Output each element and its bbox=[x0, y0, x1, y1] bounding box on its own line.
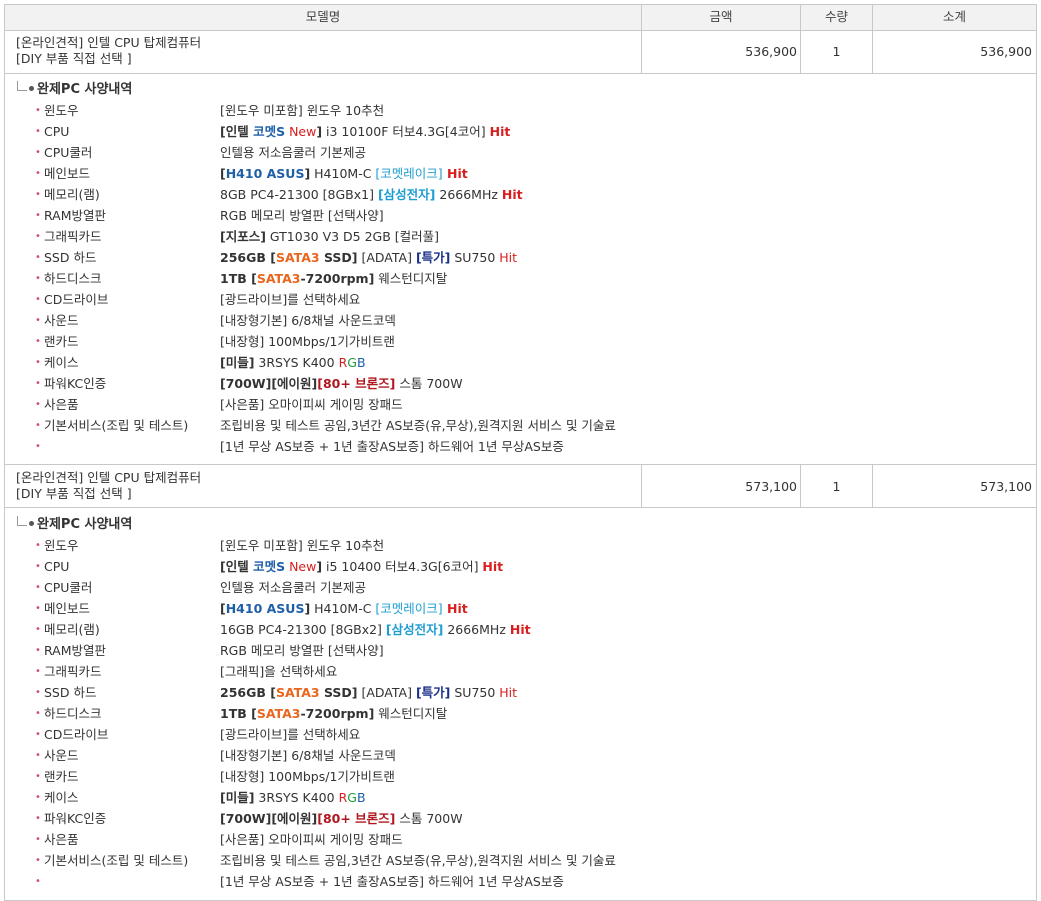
bullet-icon: • bbox=[35, 420, 41, 431]
bullet-icon: • bbox=[35, 399, 41, 410]
spec-row-lan: • 랜카드 [내장형] 100Mbps/1기가비트랜 bbox=[35, 331, 1025, 352]
divider bbox=[5, 507, 1036, 508]
spec-row-ssd: • SSD 하드 256GB [SATA3 SSD] [ADATA] [특가] SU… bbox=[35, 247, 1025, 268]
bullet-icon: • bbox=[35, 147, 41, 158]
bullet-icon: • bbox=[35, 771, 41, 782]
bullet-icon: • bbox=[35, 708, 41, 719]
bullet-icon: • bbox=[35, 561, 41, 572]
tree-connector-icon bbox=[17, 81, 27, 91]
product-subtotal: 573,100 bbox=[980, 479, 1032, 494]
divider bbox=[800, 4, 801, 73]
bullet-icon: • bbox=[35, 252, 41, 263]
bullet-icon: • bbox=[35, 168, 41, 179]
spec-row-ssd: • SSD 하드 256GB [SATA3 SSD] [ADATA] [특가] SU… bbox=[35, 682, 1025, 703]
bullet-icon: • bbox=[35, 603, 41, 614]
divider bbox=[5, 73, 1036, 74]
bullet-icon: • bbox=[35, 315, 41, 326]
divider bbox=[5, 30, 1036, 31]
spec-row-sound: • 사운드 [내장형기본] 6/8채널 사운드코덱 bbox=[35, 310, 1025, 331]
bullet-icon: • bbox=[35, 540, 41, 551]
header-qty: 수량 bbox=[824, 9, 848, 24]
bullet-icon: • bbox=[35, 294, 41, 305]
bullet-icon: • bbox=[35, 813, 41, 824]
spec-row-cd: • CD드라이브 [광드라이브]를 선택하세요 bbox=[35, 289, 1025, 310]
header-price: 금액 bbox=[709, 9, 733, 24]
spec-row-os: • 윈도우 [윈도우 미포함] 윈도우 10추천 bbox=[35, 100, 1025, 121]
spec-row-cpu: • CPU [인텔 코멧S New] i5 10400 터보4.3G[6코어] Hi… bbox=[35, 556, 1025, 577]
bullet-icon: • bbox=[35, 645, 41, 656]
spec-row-gift: • 사은품 [사은품] 오마이피씨 게이밍 장패드 bbox=[35, 829, 1025, 850]
spec-title: 완제PC 사양내역 bbox=[17, 516, 132, 534]
bullet-icon: • bbox=[35, 666, 41, 677]
spec-row-gift: • 사은품 [사은품] 오마이피씨 게이밍 장패드 bbox=[35, 394, 1025, 415]
spec-row-ram: • 메모리(램) 8GB PC4-21300 [8GBx1] [삼성전자] 2666… bbox=[35, 184, 1025, 205]
spec-row-power: • 파워KC인증 [700W][에이원][80+ 브론즈] 스톰 700W bbox=[35, 808, 1025, 829]
bullet-icon: • bbox=[35, 210, 41, 221]
spec-row-power: • 파워KC인증 [700W][에이원][80+ 브론즈] 스톰 700W bbox=[35, 373, 1025, 394]
bullet-icon: • bbox=[35, 189, 41, 200]
bullet-icon: • bbox=[35, 624, 41, 635]
header-model: 모델명 bbox=[305, 9, 341, 24]
spec-row-cooler: • CPU쿨러 인텔용 저소음쿨러 기본제공 bbox=[35, 142, 1025, 163]
divider bbox=[5, 464, 1036, 465]
bullet-icon: • bbox=[35, 792, 41, 803]
spec-row-board: • 메인보드 [H410 ASUS] H410M-C [코멧레이크] Hit bbox=[35, 598, 1025, 619]
bullet-icon: • bbox=[35, 357, 41, 368]
spec-row-service: • 기본서비스(조립 및 테스트) 조립비용 및 테스트 공임,3년간 AS보증(유… bbox=[35, 415, 1025, 436]
spec-row-cd: • CD드라이브 [광드라이브]를 선택하세요 bbox=[35, 724, 1025, 745]
spec-row-sound: • 사운드 [내장형기본] 6/8채널 사운드코덱 bbox=[35, 745, 1025, 766]
bullet-icon: • bbox=[35, 750, 41, 761]
spec-row-warranty: • [1년 무상 AS보증 + 1년 출장AS보증] 하드웨어 1년 무상AS보증 bbox=[35, 871, 1025, 892]
order-table: 모델명 금액 수량 소계 [온라인견적] 인텔 CPU 탑제컴퓨터 [DIY 부… bbox=[4, 4, 1037, 901]
bullet-icon: • bbox=[35, 231, 41, 242]
spec-row-warranty: • [1년 무상 AS보증 + 1년 출장AS보증] 하드웨어 1년 무상AS보증 bbox=[35, 436, 1025, 457]
spec-row-ram: • 메모리(램) 16GB PC4-21300 [8GBx2] [삼성전자] 266… bbox=[35, 619, 1025, 640]
bullet-icon: • bbox=[35, 855, 41, 866]
dot-bullet-icon bbox=[29, 521, 34, 526]
bullet-icon: • bbox=[35, 105, 41, 116]
divider bbox=[872, 4, 873, 73]
bullet-icon: • bbox=[35, 273, 41, 284]
spec-row-lan: • 랜카드 [내장형] 100Mbps/1기가비트랜 bbox=[35, 766, 1025, 787]
spec-row-case: • 케이스 [미들] 3RSYS K400 RGB bbox=[35, 787, 1025, 808]
spec-row-hdd: • 하드디스크 1TB [SATA3-7200rpm] 웨스턴디지탈 bbox=[35, 268, 1025, 289]
bullet-icon: • bbox=[35, 876, 41, 887]
product-price: 573,100 bbox=[745, 479, 797, 494]
divider bbox=[641, 4, 642, 73]
bullet-icon: • bbox=[35, 126, 41, 137]
spec-row-cpu: • CPU [인텔 코멧S New] i3 10100F 터보4.3G[4코어] H… bbox=[35, 121, 1025, 142]
spec-row-os: • 윈도우 [윈도우 미포함] 윈도우 10추천 bbox=[35, 535, 1025, 556]
product-price: 536,900 bbox=[745, 44, 797, 59]
product-name[interactable]: [온라인견적] 인텔 CPU 탑제컴퓨터 [DIY 부품 직접 선택 ] bbox=[16, 35, 201, 67]
spec-title: 완제PC 사양내역 bbox=[17, 81, 132, 99]
bullet-icon: • bbox=[35, 336, 41, 347]
spec-row-hdd: • 하드디스크 1TB [SATA3-7200rpm] 웨스턴디지탈 bbox=[35, 703, 1025, 724]
product-qty: 1 bbox=[832, 479, 841, 494]
spec-row-cooler: • CPU쿨러 인텔용 저소음쿨러 기본제공 bbox=[35, 577, 1025, 598]
dot-bullet-icon bbox=[29, 86, 34, 91]
spec-row-service: • 기본서비스(조립 및 테스트) 조립비용 및 테스트 공임,3년간 AS보증(유… bbox=[35, 850, 1025, 871]
header-subtotal: 소계 bbox=[942, 9, 966, 24]
product-name[interactable]: [온라인견적] 인텔 CPU 탑제컴퓨터 [DIY 부품 직접 선택 ] bbox=[16, 470, 201, 502]
bullet-icon: • bbox=[35, 441, 41, 452]
bullet-icon: • bbox=[35, 687, 41, 698]
spec-row-gpu: • 그래픽카드 [지포스] GT1030 V3 D5 2GB [컬러풀] bbox=[35, 226, 1025, 247]
spec-row-case: • 케이스 [미들] 3RSYS K400 RGB bbox=[35, 352, 1025, 373]
product-qty: 1 bbox=[832, 44, 841, 59]
spec-row-ramcool: • RAM방열판 RGB 메모리 방열판 [선택사양] bbox=[35, 640, 1025, 661]
bullet-icon: • bbox=[35, 729, 41, 740]
spec-row-board: • 메인보드 [H410 ASUS] H410M-C [코멧레이크] Hit bbox=[35, 163, 1025, 184]
bullet-icon: • bbox=[35, 582, 41, 593]
spec-row-gpu: • 그래픽카드 [그래픽]을 선택하세요 bbox=[35, 661, 1025, 682]
spec-row-ramcool: • RAM방열판 RGB 메모리 방열판 [선택사양] bbox=[35, 205, 1025, 226]
bullet-icon: • bbox=[35, 834, 41, 845]
tree-connector-icon bbox=[17, 516, 27, 526]
product-subtotal: 536,900 bbox=[980, 44, 1032, 59]
bullet-icon: • bbox=[35, 378, 41, 389]
